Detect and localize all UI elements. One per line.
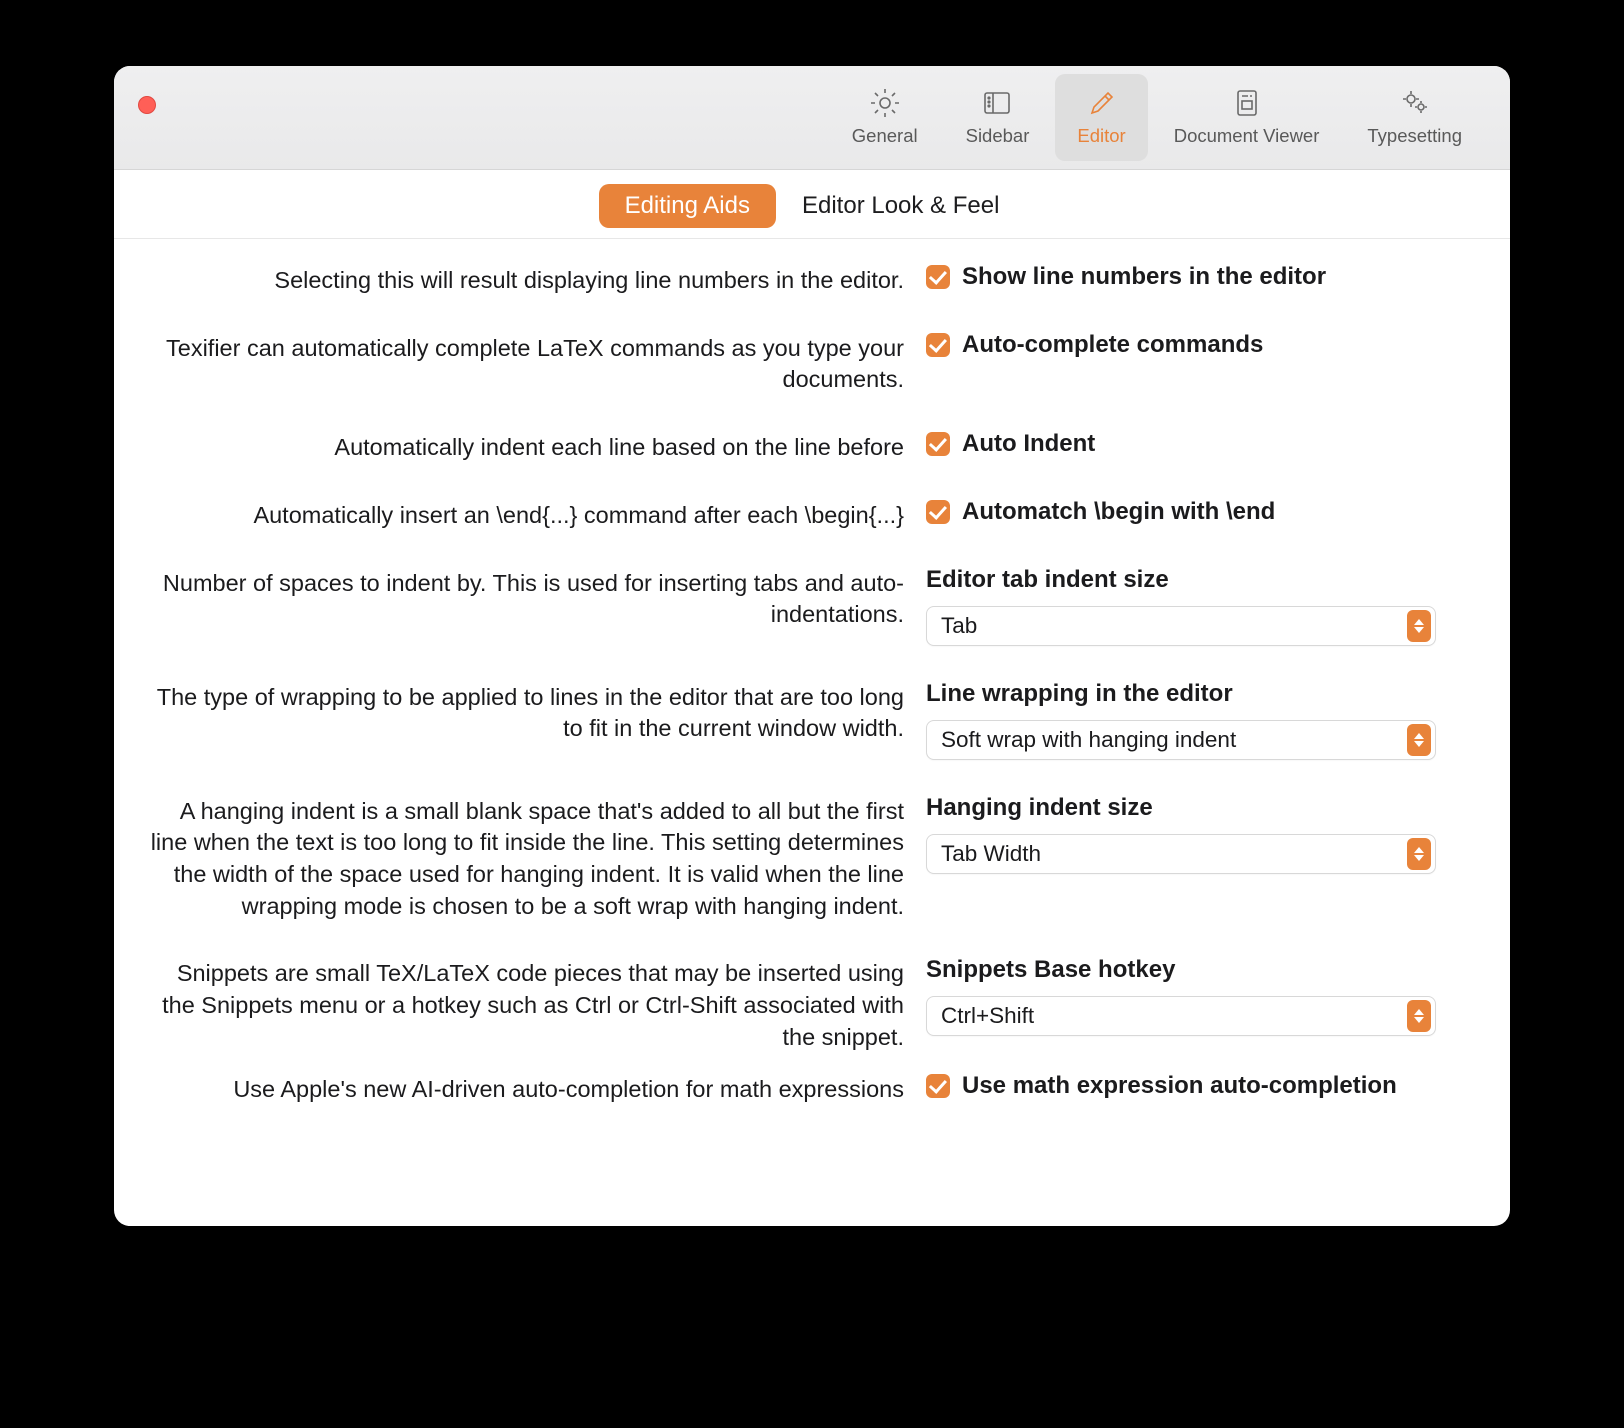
window-controls — [138, 96, 156, 114]
document-icon — [1231, 87, 1263, 119]
line-numbers-label: Show line numbers in the editor — [962, 263, 1326, 291]
autocomplete-checkbox[interactable] — [926, 333, 950, 357]
sidebar-icon — [981, 87, 1013, 119]
setting-description: Texifier can automatically complete LaTe… — [144, 331, 904, 396]
tab-sidebar[interactable]: Sidebar — [944, 74, 1052, 161]
auto-indent-checkbox[interactable] — [926, 432, 950, 456]
setting-description: Automatically insert an \end{...} comman… — [144, 498, 904, 532]
tab-label: Typesetting — [1367, 125, 1462, 147]
titlebar: General Sidebar Editor Document Viewer T… — [114, 66, 1510, 170]
subtab-editing-aids[interactable]: Editing Aids — [599, 184, 776, 228]
setting-description: Use Apple's new AI-driven auto-completio… — [144, 1072, 904, 1106]
setting-description: Automatically indent each line based on … — [144, 430, 904, 464]
tab-document-viewer[interactable]: Document Viewer — [1152, 74, 1342, 161]
chevron-up-down-icon — [1407, 1000, 1431, 1032]
hanging-field-label: Hanging indent size — [926, 794, 1450, 822]
subtab-look-and-feel[interactable]: Editor Look & Feel — [776, 184, 1025, 228]
chevron-up-down-icon — [1407, 724, 1431, 756]
chevron-up-down-icon — [1407, 610, 1431, 642]
setting-description: Number of spaces to indent by. This is u… — [144, 566, 904, 631]
select-value: Soft wrap with hanging indent — [941, 727, 1236, 753]
wrapping-select[interactable]: Soft wrap with hanging indent — [926, 720, 1436, 760]
preferences-window: General Sidebar Editor Document Viewer T… — [114, 66, 1510, 1226]
gears-icon — [1399, 87, 1431, 119]
chevron-up-down-icon — [1407, 838, 1431, 870]
tab-label: Editor — [1077, 125, 1125, 147]
close-window-button[interactable] — [138, 96, 156, 114]
pencil-icon — [1086, 87, 1118, 119]
hanging-select[interactable]: Tab Width — [926, 834, 1436, 874]
tab-indent-field-label: Editor tab indent size — [926, 566, 1450, 594]
automatch-label: Automatch \begin with \end — [962, 498, 1275, 526]
gear-icon — [869, 87, 901, 119]
automatch-checkbox[interactable] — [926, 500, 950, 524]
math-autocomplete-label: Use math expression auto-completion — [962, 1072, 1397, 1100]
setting-description: Selecting this will result displaying li… — [144, 263, 904, 297]
settings-content: Selecting this will result displaying li… — [114, 239, 1510, 1226]
tab-indent-select[interactable]: Tab — [926, 606, 1436, 646]
snippets-field-label: Snippets Base hotkey — [926, 956, 1450, 984]
tab-typesetting[interactable]: Typesetting — [1345, 74, 1484, 161]
setting-description: The type of wrapping to be applied to li… — [144, 680, 904, 745]
tab-label: Sidebar — [966, 125, 1030, 147]
select-value: Ctrl+Shift — [941, 1003, 1034, 1029]
setting-description: Snippets are small TeX/LaTeX code pieces… — [144, 956, 904, 1053]
auto-indent-label: Auto Indent — [962, 430, 1095, 458]
select-value: Tab Width — [941, 841, 1041, 867]
subtabs: Editing Aids Editor Look & Feel — [114, 170, 1510, 239]
tab-label: General — [852, 125, 918, 147]
setting-description: A hanging indent is a small blank space … — [144, 794, 904, 923]
tab-label: Document Viewer — [1174, 125, 1320, 147]
select-value: Tab — [941, 613, 977, 639]
wrapping-field-label: Line wrapping in the editor — [926, 680, 1450, 708]
math-autocomplete-checkbox[interactable] — [926, 1074, 950, 1098]
tab-editor[interactable]: Editor — [1055, 74, 1147, 161]
line-numbers-checkbox[interactable] — [926, 265, 950, 289]
tab-general[interactable]: General — [830, 74, 940, 161]
autocomplete-label: Auto-complete commands — [962, 331, 1263, 359]
snippets-select[interactable]: Ctrl+Shift — [926, 996, 1436, 1036]
toolbar-tabs: General Sidebar Editor Document Viewer T… — [828, 66, 1510, 169]
